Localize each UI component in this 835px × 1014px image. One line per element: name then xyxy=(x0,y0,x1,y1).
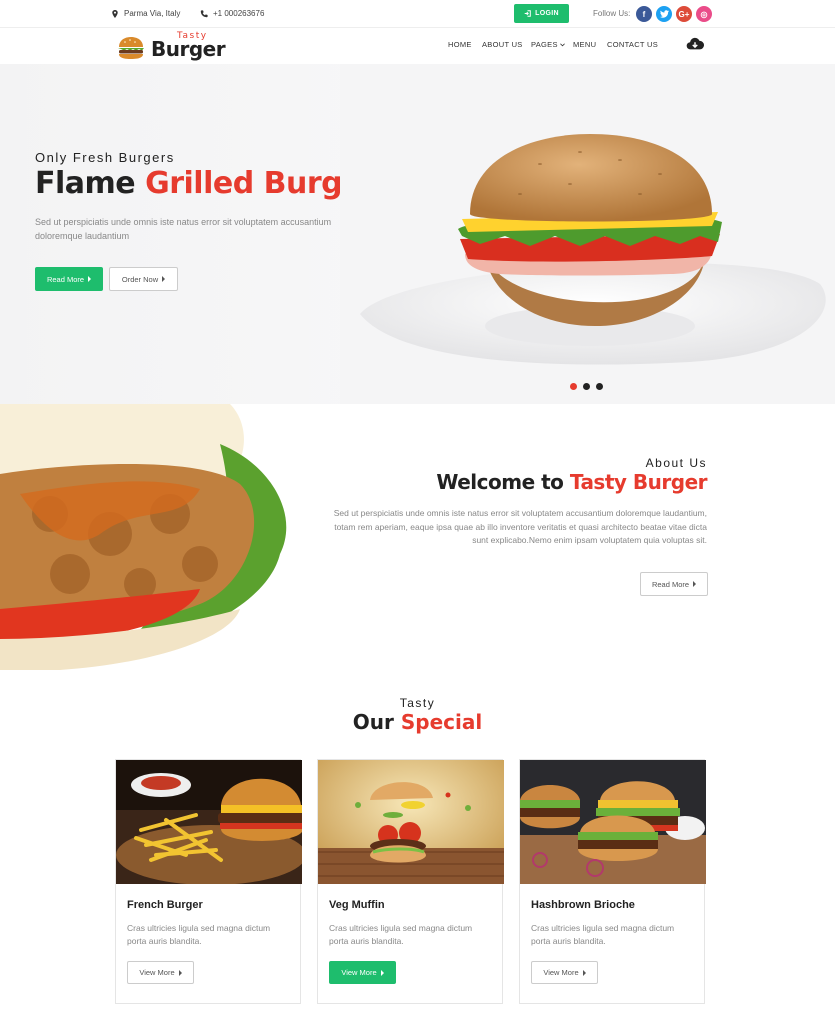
map-pin-icon xyxy=(112,9,118,18)
twitter-icon[interactable] xyxy=(656,6,672,22)
card-description: Cras ultricies ligula sed magna dictum p… xyxy=(329,923,473,946)
about-read-more-label: Read More xyxy=(651,579,690,589)
about-title: Welcome to Tasty Burger xyxy=(436,470,707,494)
caret-right-icon xyxy=(162,276,166,282)
card-title: French Burger xyxy=(127,899,203,911)
slider-dot-3[interactable] xyxy=(596,383,603,390)
twitter-bird-icon xyxy=(659,10,669,18)
slider-dot-1[interactable] xyxy=(570,383,577,390)
phone-info[interactable]: +1 000263676 xyxy=(200,9,264,18)
hero-order-now-label: Order Now xyxy=(121,274,159,284)
about-read-more-button[interactable]: Read More xyxy=(640,572,708,596)
special-title: Our Special xyxy=(0,710,835,734)
special-card-hashbrown-brioche[interactable]: Hashbrown Brioche Cras ultricies ligula … xyxy=(519,759,706,1004)
hero-slider: Only Fresh Burgers Flame Grilled Burger … xyxy=(0,64,835,404)
nav-pages[interactable]: PAGES xyxy=(531,40,566,49)
login-label: LOGIN xyxy=(535,10,559,17)
site-logo[interactable]: Tasty Burger xyxy=(117,31,226,61)
view-more-button[interactable]: View More xyxy=(329,961,396,984)
hashbrown-brioche-image xyxy=(520,760,706,884)
view-more-label: View More xyxy=(341,968,377,977)
dribbble-icon[interactable]: ◎ xyxy=(696,6,712,22)
special-card-veg-muffin[interactable]: Veg Muffin Cras ultricies ligula sed mag… xyxy=(317,759,504,1004)
chevron-down-icon xyxy=(560,43,566,47)
french-burger-image xyxy=(116,760,302,884)
hero-order-now-button[interactable]: Order Now xyxy=(109,267,178,291)
card-title: Hashbrown Brioche xyxy=(531,899,635,911)
location-info: Parma Via, Italy xyxy=(111,9,180,18)
logo-name: Burger xyxy=(151,37,226,61)
follow-label: Follow Us: xyxy=(593,9,631,18)
special-subtitle: Tasty xyxy=(399,696,436,710)
caret-right-icon xyxy=(178,969,182,976)
nav-about-us[interactable]: ABOUT US xyxy=(482,40,523,49)
about-burger-image xyxy=(0,404,300,670)
hero-description: Sed ut perspiciatis unde omnis iste natu… xyxy=(35,217,332,241)
view-more-label: View More xyxy=(139,968,175,977)
caret-right-icon xyxy=(88,276,92,282)
hero-subtitle: Only Fresh Burgers xyxy=(35,150,175,165)
facebook-glyph: f xyxy=(642,9,646,19)
special-title-plain: Our xyxy=(352,710,401,734)
hero-read-more-label: Read More xyxy=(46,274,85,284)
hero-title-plain: Flame xyxy=(35,166,146,201)
nav-pages-label: PAGES xyxy=(531,40,558,49)
facebook-icon[interactable]: f xyxy=(636,6,652,22)
google-plus-icon[interactable]: G+ xyxy=(676,6,692,22)
phone-icon xyxy=(200,9,208,17)
card-description: Cras ultricies ligula sed magna dictum p… xyxy=(127,923,271,946)
caret-right-icon xyxy=(693,581,697,587)
special-title-accent: Special xyxy=(400,710,483,734)
veg-muffin-image xyxy=(318,760,504,884)
view-more-button[interactable]: View More xyxy=(531,961,598,984)
about-title-plain: Welcome to xyxy=(436,470,570,494)
card-title: Veg Muffin xyxy=(329,899,385,911)
top-bar: Parma Via, Italy +1 000263676 LOGIN Foll… xyxy=(0,0,835,28)
login-button[interactable]: LOGIN xyxy=(514,4,569,23)
hero-title: Flame Grilled Burger xyxy=(35,166,377,201)
slider-dot-2[interactable] xyxy=(583,383,590,390)
login-icon xyxy=(524,10,531,17)
card-description: Cras ultricies ligula sed magna dictum p… xyxy=(531,923,675,946)
view-more-button[interactable]: View More xyxy=(127,961,194,984)
caret-right-icon xyxy=(582,969,586,976)
caret-right-icon xyxy=(380,969,384,976)
hero-burger-image xyxy=(340,64,835,404)
special-card-french-burger[interactable]: French Burger Cras ultricies ligula sed … xyxy=(115,759,302,1004)
about-title-accent: Tasty Burger xyxy=(569,470,708,494)
main-navigation: Tasty Burger HOME ABOUT US PAGES MENU CO… xyxy=(0,28,835,64)
nav-home[interactable]: HOME xyxy=(448,40,472,49)
nav-menu[interactable]: MENU xyxy=(573,40,596,49)
about-subtitle: About Us xyxy=(645,456,707,470)
burger-logo-icon xyxy=(118,37,144,59)
dribbble-glyph: ◎ xyxy=(700,9,708,19)
google-plus-glyph: G+ xyxy=(678,9,690,19)
location-text: Parma Via, Italy xyxy=(124,9,181,18)
view-more-label: View More xyxy=(543,968,579,977)
phone-text: +1 000263676 xyxy=(213,9,265,18)
hero-read-more-button[interactable]: Read More xyxy=(35,267,103,291)
nav-contact-us[interactable]: CONTACT US xyxy=(607,40,658,49)
about-description: Sed ut perspiciatis unde omnis iste natu… xyxy=(333,508,707,545)
cloud-download-icon[interactable] xyxy=(686,36,704,52)
